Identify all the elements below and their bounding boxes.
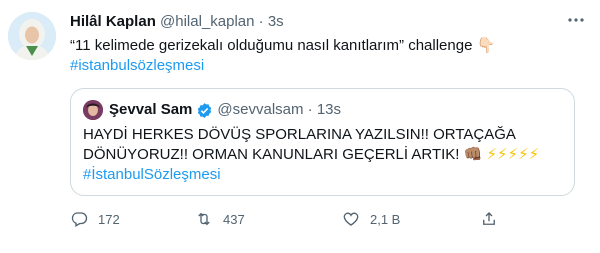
like-icon [343,212,359,226]
verified-icon [196,102,213,119]
like-button[interactable]: 2,1 B [342,210,400,228]
tweet-hashtag[interactable]: #istanbulsözleşmesi [70,56,495,76]
author-avatar[interactable] [8,12,56,60]
reply-icon [71,212,88,227]
tweet[interactable]: Hilâl Kaplan @hilal_kaplan · 3s “11 keli… [0,0,600,253]
quote-emojis: 👊🏽 ⚡⚡⚡⚡⚡ [463,146,540,163]
quoted-tweet[interactable]: Şevval Sam @sevvalsam · 13s HAYDİ HERKES… [70,88,575,196]
retweet-count: 437 [223,211,245,227]
share-button[interactable] [480,210,508,228]
reply-count: 172 [98,211,120,227]
author-handle[interactable]: @hilal_kaplan [160,13,254,30]
quote-author-handle: @sevvalsam [217,101,304,118]
more-icon[interactable] [566,10,586,30]
retweet-icon [198,212,210,226]
quote-author-name: Şevval Sam [109,101,193,118]
quote-line-2: DÖNÜYORUZ!! ORMAN KANUNLARI GEÇERLİ ARTI… [83,146,460,163]
quote-body: HAYDİ HERKES DÖVÜŞ SPORLARINA YAZILSIN!!… [83,125,563,185]
quote-separator: · [307,101,313,118]
pointing-down-emoji: 👇🏻 [476,37,496,54]
tweet-body: “11 kelimede gerizekalı olduğumu nasıl k… [70,36,495,76]
tweet-header: Hilâl Kaplan @hilal_kaplan · 3s [70,12,284,32]
tweet-actions: 172 437 2,1 B [70,210,570,234]
header-separator: · [258,13,264,30]
quote-line-1: HAYDİ HERKES DÖVÜŞ SPORLARINA YAZILSIN!!… [83,126,516,143]
share-icon [483,212,495,225]
tweet-text: “11 kelimede gerizekalı olduğumu nasıl k… [70,37,473,54]
quote-header: Şevval Sam @sevvalsam · 13s [83,100,341,120]
tweet-time[interactable]: 3s [268,13,284,30]
quote-time: 13s [316,101,342,118]
quote-avatar [83,100,103,120]
like-count: 2,1 B [370,211,401,227]
reply-button[interactable]: 172 [70,210,120,228]
author-name[interactable]: Hilâl Kaplan [70,13,156,30]
retweet-button[interactable]: 437 [195,210,245,228]
quote-hashtag[interactable]: #İstanbulSözleşmesi [83,165,563,185]
